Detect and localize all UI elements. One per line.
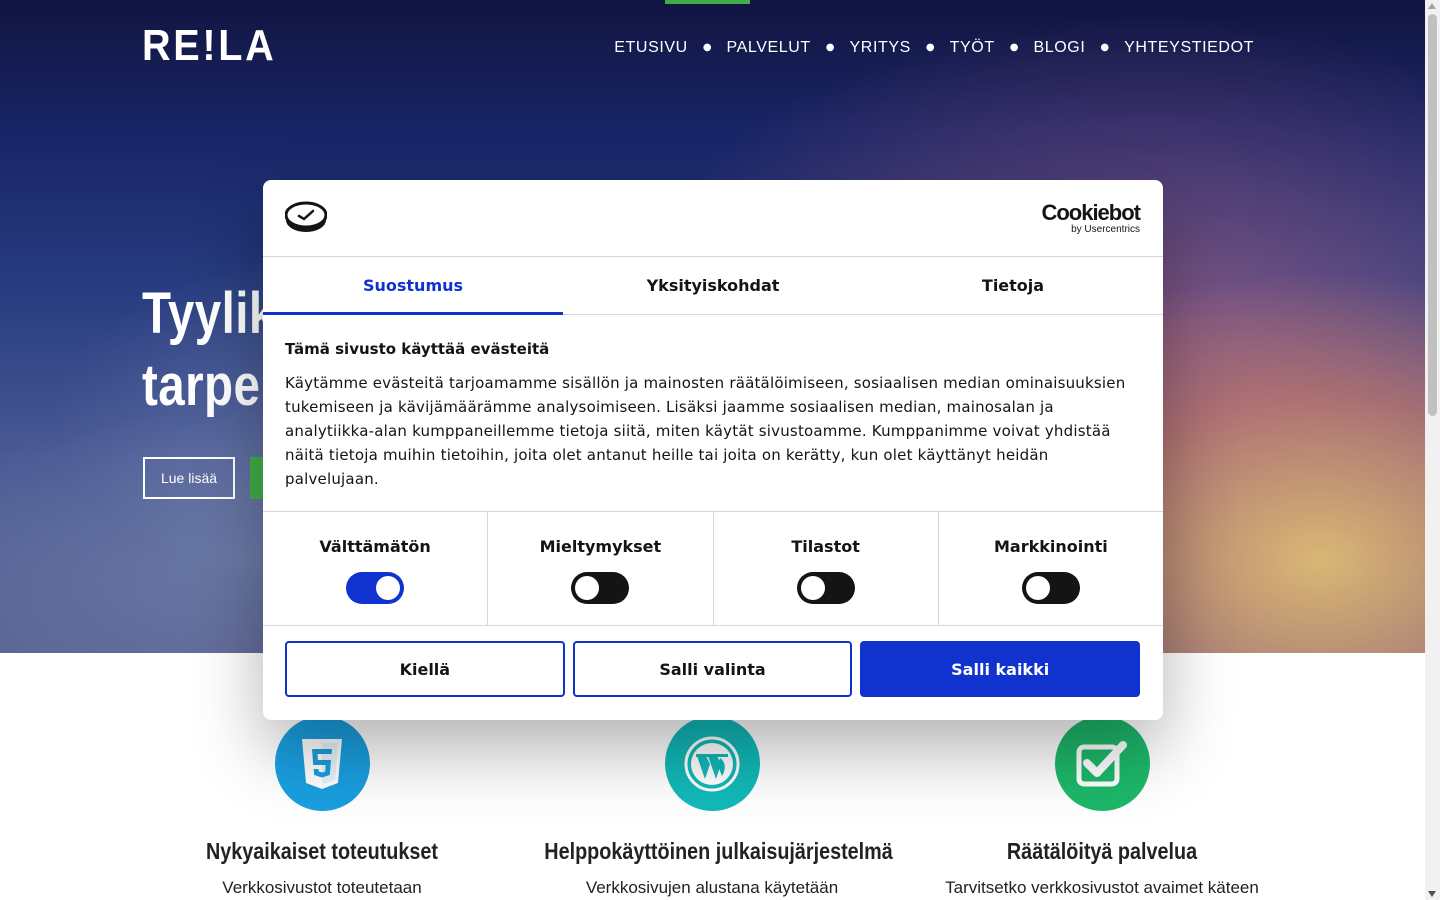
scroll-down-icon[interactable] bbox=[1428, 891, 1436, 897]
wordpress-icon bbox=[684, 736, 740, 791]
page-scrollbar[interactable] bbox=[1425, 0, 1440, 900]
consent-toggles: Välttämätön Mieltymykset Tilastot Markki… bbox=[263, 512, 1163, 626]
feature-title: Helppokäyttöinen julkaisujärjestelmä bbox=[544, 838, 893, 864]
toggle-statistics[interactable] bbox=[796, 572, 855, 604]
toggle-label: Mieltymykset bbox=[539, 537, 662, 556]
nav-item-yhteystiedot[interactable]: YHTEYSTIEDOT bbox=[1124, 38, 1254, 58]
toggle-label: Tilastot bbox=[791, 537, 860, 556]
feature-text: Verkkosivujen alustana käytetään bbox=[585, 878, 839, 897]
feature-text: Verkkosivustot toteutetaan bbox=[222, 878, 422, 897]
toggle-knob bbox=[800, 576, 825, 600]
feature-icon-circle bbox=[1054, 716, 1150, 811]
nav-item-yritys[interactable]: YRITYS bbox=[850, 38, 911, 58]
scrollbar-thumb[interactable] bbox=[1428, 14, 1437, 416]
nav-item-tyot[interactable]: TYÖT bbox=[950, 38, 995, 58]
toggle-preferences[interactable] bbox=[571, 572, 630, 604]
read-more-button[interactable]: Lue lisää bbox=[143, 457, 235, 499]
deny-button[interactable]: Kiellä bbox=[285, 641, 565, 697]
hero-title: Tyylik tarpe bbox=[142, 278, 276, 422]
cookie-consent-dialog: Cookiebot by Usercentrics Suostumus Yksi… bbox=[263, 180, 1163, 720]
dialog-body: Tämä sivusto käyttää evästeitä Käytämme … bbox=[263, 315, 1163, 512]
dialog-tabs: Suostumus Yksityiskohdat Tietoja bbox=[263, 257, 1163, 315]
dialog-heading: Tämä sivusto käyttää evästeitä bbox=[285, 340, 550, 358]
feature-icon-circle bbox=[664, 716, 760, 811]
tab-yksityiskohdat[interactable]: Yksityiskohdat bbox=[563, 257, 863, 314]
scroll-up-icon[interactable] bbox=[1428, 3, 1436, 9]
nav-active-indicator bbox=[665, 0, 750, 4]
tab-suostumus[interactable]: Suostumus bbox=[263, 257, 563, 315]
toggle-knob bbox=[1025, 576, 1050, 600]
hero-title-line-2: tarpe bbox=[142, 353, 261, 418]
feature-icon-circle bbox=[274, 716, 370, 811]
allow-selection-button[interactable]: Salli valinta bbox=[572, 641, 853, 697]
nav-separator: ● bbox=[1100, 42, 1110, 53]
nav-separator: ● bbox=[702, 42, 712, 53]
cookiebot-name: Cookiebot bbox=[1041, 200, 1141, 225]
tab-tietoja[interactable]: Tietoja bbox=[863, 257, 1163, 314]
feature-title: Nykyaikaiset toteutukset bbox=[206, 838, 438, 864]
toggle-cell-statistics: Tilastot bbox=[714, 512, 939, 625]
feature-cms: Helppokäyttöinen julkaisujärjestelmä Ver… bbox=[517, 716, 907, 899]
toggle-cell-marketing: Markkinointi bbox=[939, 512, 1163, 625]
checkbox-icon bbox=[1076, 740, 1127, 786]
dialog-header: Cookiebot by Usercentrics bbox=[263, 180, 1163, 257]
cookiebot-brand[interactable]: Cookiebot by Usercentrics bbox=[1041, 200, 1141, 235]
nav-separator: ● bbox=[825, 42, 835, 53]
toggle-label: Markkinointi bbox=[993, 537, 1108, 556]
hero-title-line-1: Tyylik bbox=[142, 281, 276, 346]
toggle-cell-preferences: Mieltymykset bbox=[488, 512, 714, 625]
feature-title: Räätälöityä palvelua bbox=[1006, 838, 1198, 864]
nav-separator: ● bbox=[925, 42, 935, 53]
dialog-actions: Kiellä Salli valinta Salli kaikki bbox=[263, 626, 1163, 697]
nav-item-blogi[interactable]: BLOGI bbox=[1033, 38, 1085, 58]
toggle-cell-necessary: Välttämätön bbox=[263, 512, 489, 625]
toggle-marketing[interactable] bbox=[1021, 572, 1080, 604]
dialog-description: Käytämme evästeitä tarjoamamme sisällön … bbox=[285, 374, 1126, 488]
allow-all-button[interactable]: Salli kaikki bbox=[860, 641, 1141, 697]
cookie-logo-icon bbox=[285, 201, 327, 232]
main-nav: ETUSIVU ● PALVELUT ● YRITYS ● TYÖT ● BLO… bbox=[614, 38, 1254, 58]
site-logo[interactable]: RE!LA bbox=[142, 22, 276, 70]
nav-separator: ● bbox=[1009, 42, 1019, 53]
feature-modern: Nykyaikaiset toteutukset Verkkosivustot … bbox=[127, 716, 517, 899]
toggle-necessary[interactable] bbox=[346, 572, 405, 604]
toggle-label: Välttämätön bbox=[319, 537, 431, 556]
cookiebot-sub: by Usercentrics bbox=[1071, 224, 1140, 235]
nav-item-palvelut[interactable]: PALVELUT bbox=[727, 38, 811, 58]
feature-custom: Räätälöityä palvelua Tarvitsetko verkkos… bbox=[907, 716, 1297, 899]
html5-icon bbox=[302, 738, 342, 789]
toggle-knob bbox=[575, 576, 600, 600]
nav-item-etusivu[interactable]: ETUSIVU bbox=[614, 38, 688, 58]
feature-text: Tarvitsetko verkkosivustot avaimet kätee… bbox=[945, 878, 1259, 897]
toggle-knob bbox=[376, 576, 401, 600]
